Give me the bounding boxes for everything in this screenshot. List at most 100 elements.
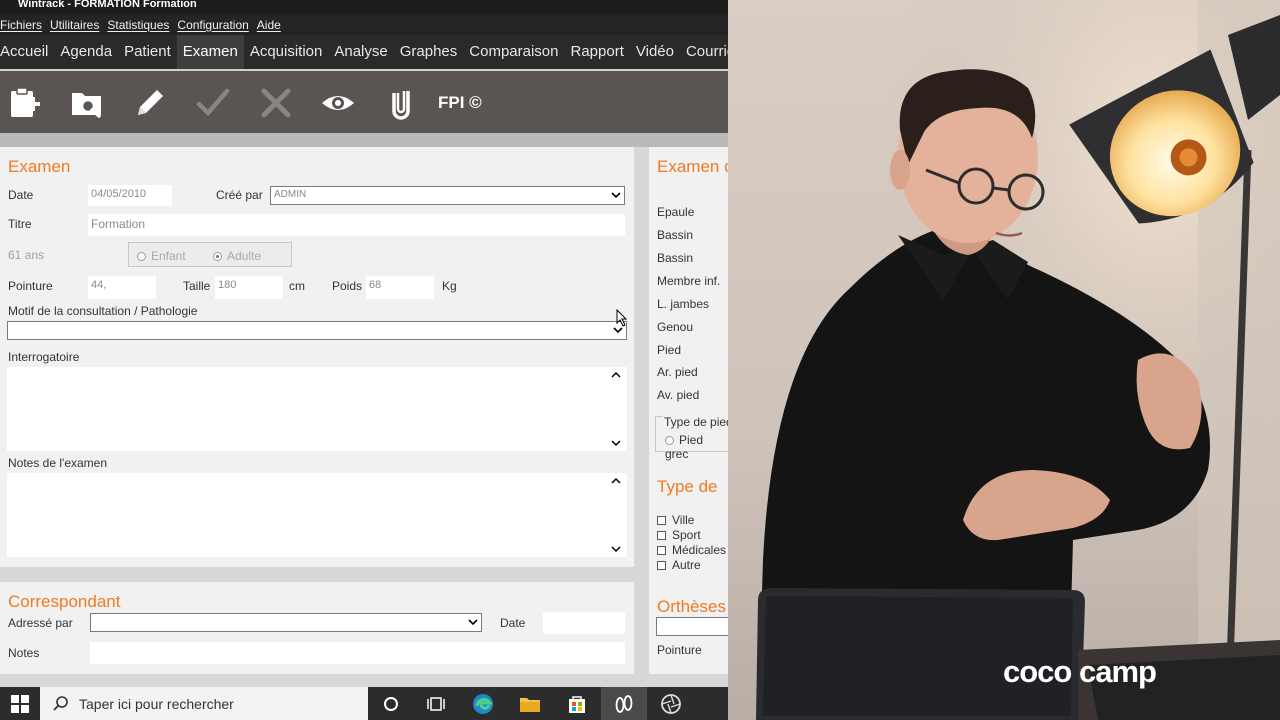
- poids-field[interactable]: 68: [366, 276, 434, 299]
- cancel-x-icon[interactable]: [256, 83, 296, 123]
- pointure-label: Pointure: [8, 279, 53, 293]
- cree-par-select[interactable]: ADMIN: [270, 186, 625, 205]
- checkbox-medicales-label: Médicales: [672, 543, 727, 557]
- interrogatoire-textarea[interactable]: [7, 367, 627, 451]
- windows-start-icon[interactable]: [0, 687, 40, 720]
- taille-field[interactable]: 180: [215, 276, 283, 299]
- menu-aide[interactable]: Aide: [257, 18, 281, 32]
- tab-analyse[interactable]: Analyse: [328, 35, 393, 69]
- examen-detail-title: Examen c: [657, 157, 728, 176]
- titre-field[interactable]: Formation: [88, 214, 625, 236]
- wintrack-window: Wintrack - FORMATION Formation Fichiers …: [0, 0, 728, 687]
- ortheses-title: Orthèses: [657, 597, 726, 616]
- preview-search-icon[interactable]: [67, 83, 107, 123]
- camera-app-icon[interactable]: [648, 687, 694, 720]
- poids-label: Poids: [332, 279, 363, 293]
- body-part-membre-inf: Membre inf.: [657, 274, 721, 288]
- module-tabs: Accueil Agenda Patient Examen Acquisitio…: [0, 35, 728, 69]
- scroll-up-icon[interactable]: [611, 371, 621, 379]
- adresse-par-select[interactable]: [90, 613, 482, 632]
- checkbox-sport[interactable]: Sport: [657, 528, 701, 542]
- age-label: 61 ans: [8, 248, 45, 262]
- type-de-title: Type de: [657, 477, 718, 496]
- chevron-down-icon: [611, 192, 621, 199]
- toolbar: FPI ©: [0, 69, 728, 133]
- new-document-icon[interactable]: [5, 83, 45, 123]
- body-part-bassin: Bassin: [657, 228, 694, 242]
- correspondant-notes-field[interactable]: [90, 642, 625, 664]
- date-field[interactable]: 04/05/2010: [88, 185, 172, 206]
- view-eye-icon[interactable]: [318, 83, 358, 123]
- scroll-down-icon[interactable]: [611, 545, 621, 553]
- attachment-clip-icon[interactable]: [381, 83, 421, 123]
- type-pied-label: Type de pied: [663, 415, 728, 429]
- file-explorer-icon[interactable]: [507, 687, 553, 720]
- menu-statistiques[interactable]: Statistiques: [107, 18, 169, 32]
- notes-examen-textarea[interactable]: [7, 473, 627, 557]
- correspondant-date-field[interactable]: [543, 612, 625, 634]
- taille-unit: cm: [289, 279, 305, 293]
- tab-patient[interactable]: Patient: [118, 35, 177, 69]
- chevron-down-icon: [468, 619, 478, 626]
- body-part-l-jambes: L. jambes: [657, 297, 710, 311]
- menu-fichiers[interactable]: Fichiers: [0, 18, 42, 32]
- tab-acquisition[interactable]: Acquisition: [244, 35, 329, 69]
- examen-title: Examen: [8, 157, 71, 176]
- checkbox-ville[interactable]: Ville: [657, 513, 694, 527]
- fpi-button[interactable]: FPI ©: [438, 93, 482, 113]
- correspondant-date-label: Date: [500, 616, 526, 630]
- taskbar-search-box[interactable]: Taper ici pour rechercher: [40, 687, 368, 720]
- mouse-cursor-icon: [616, 309, 628, 327]
- scroll-down-icon[interactable]: [611, 439, 621, 447]
- body-part-epaule: Epaule: [657, 205, 695, 219]
- correspondant-panel: Correspondant Adressé par Date Notes: [0, 582, 634, 674]
- pointure-field[interactable]: 44,: [88, 276, 156, 299]
- presenter-video: coco camp: [728, 0, 1280, 720]
- tab-examen[interactable]: Examen: [176, 35, 244, 69]
- checkbox-medicales[interactable]: Médicales: [657, 543, 726, 557]
- radio-enfant-label: Enfant: [151, 249, 186, 263]
- cree-par-value: ADMIN: [274, 189, 307, 200]
- cree-par-label: Créé par: [216, 188, 263, 202]
- radio-adulte[interactable]: Adulte: [213, 249, 261, 263]
- scroll-up-icon[interactable]: [611, 477, 621, 485]
- radio-enfant[interactable]: Enfant: [137, 249, 186, 263]
- examen-panel: Examen Date 04/05/2010 Créé par ADMIN Ti…: [0, 147, 634, 567]
- menu-configuration[interactable]: Configuration: [177, 18, 248, 32]
- interrogatoire-label: Interrogatoire: [8, 350, 80, 364]
- checkbox-autre[interactable]: Autre: [657, 558, 701, 572]
- store-icon[interactable]: [554, 687, 600, 720]
- checkbox-autre-label: Autre: [672, 558, 701, 572]
- task-view-icon[interactable]: [413, 687, 459, 720]
- tab-accueil[interactable]: Accueil: [0, 35, 54, 69]
- coco-camp-watermark: coco camp: [1003, 654, 1157, 689]
- radio-pied-grec[interactable]: Pied grec: [665, 433, 728, 461]
- validate-check-icon[interactable]: [193, 83, 233, 123]
- tab-video[interactable]: Vidéo: [630, 35, 680, 69]
- tab-graphes[interactable]: Graphes: [394, 35, 464, 69]
- ortheses-select[interactable]: [656, 617, 728, 636]
- motif-select[interactable]: [7, 321, 627, 340]
- date-label: Date: [8, 188, 34, 202]
- tab-rapport[interactable]: Rapport: [565, 35, 630, 69]
- adresse-par-label: Adressé par: [8, 616, 73, 630]
- edit-pencil-icon[interactable]: [130, 83, 170, 123]
- screen: Wintrack - FORMATION Formation Fichiers …: [0, 0, 1280, 720]
- windows-taskbar: Taper ici pour rechercher: [0, 687, 728, 720]
- tab-comparaison[interactable]: Comparaison: [463, 35, 564, 69]
- tab-courrier[interactable]: Courrie: [680, 35, 728, 69]
- tab-agenda[interactable]: Agenda: [54, 35, 118, 69]
- body-part-genou: Genou: [657, 320, 694, 334]
- examen-detail-panel: Examen c Epaule Bassin Bassin Membre inf…: [649, 147, 728, 674]
- motif-label: Motif de la consultation / Pathologie: [8, 304, 198, 318]
- body-part-pied: Pied: [657, 343, 682, 357]
- notes-examen-label: Notes de l'examen: [8, 456, 108, 470]
- wintrack-feet-icon[interactable]: [601, 687, 647, 720]
- menu-bar: Fichiers Utilitaires Statistiques Config…: [0, 14, 728, 35]
- taskbar-search-placeholder: Taper ici pour rechercher: [79, 696, 234, 712]
- window-title: Wintrack - FORMATION Formation: [0, 0, 728, 14]
- cortana-circle-icon[interactable]: [368, 687, 414, 720]
- edge-browser-icon[interactable]: [460, 687, 506, 720]
- menu-utilitaires[interactable]: Utilitaires: [50, 18, 99, 32]
- ortheses-pointure-label: Pointure: [657, 643, 702, 657]
